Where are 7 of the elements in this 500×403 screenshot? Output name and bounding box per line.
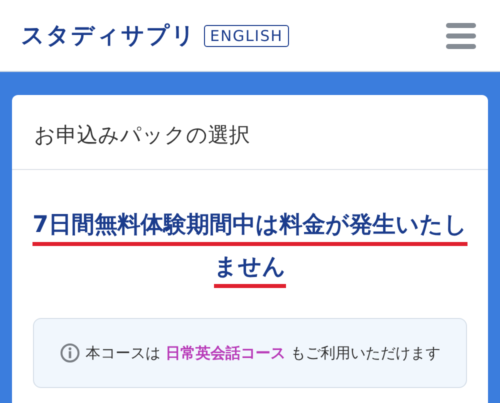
- info-text: 本コースは 日常英会話コース もご利用いただけます: [86, 344, 440, 362]
- info-icon: [60, 343, 80, 363]
- logo[interactable]: スタディサプリ: [21, 20, 196, 51]
- card-title: お申込みパックの選択: [12, 95, 488, 170]
- logo-badge: ENGLISH: [204, 24, 289, 46]
- menu-icon[interactable]: [446, 22, 476, 50]
- headline: 7日間無料体験期間中は料金が発生いたしません: [31, 211, 468, 282]
